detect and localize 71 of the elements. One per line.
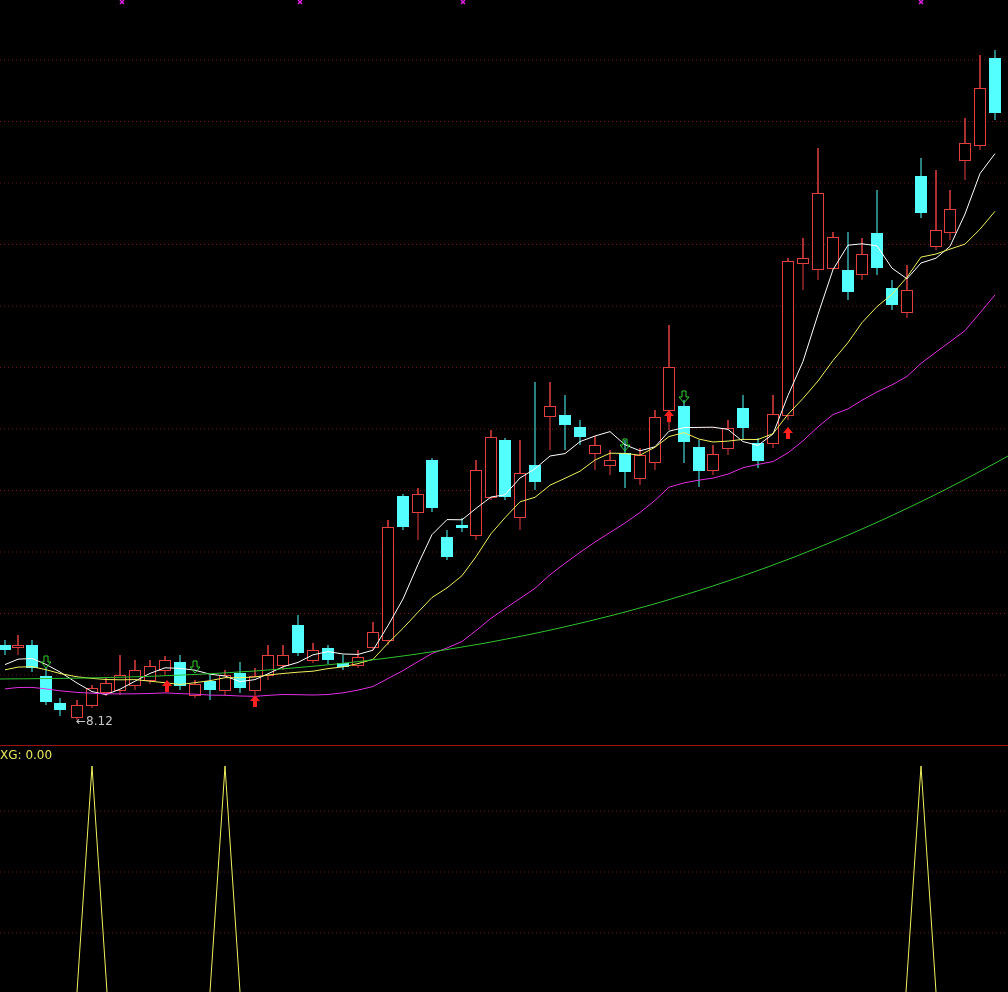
candlestick — [915, 157, 927, 219]
candlestick — [856, 237, 868, 281]
candlestick — [189, 679, 201, 699]
candlestick — [54, 697, 66, 717]
low-price-label: ←8.12 — [76, 714, 113, 728]
up-arrow-icon — [162, 680, 172, 692]
cross-mark-icon — [918, 0, 924, 5]
candlestick — [100, 677, 112, 697]
candlestick — [485, 429, 497, 501]
candlestick — [219, 669, 231, 696]
candlestick — [707, 444, 719, 476]
candlestick — [767, 394, 779, 449]
candlestick — [397, 493, 409, 531]
candlestick — [574, 419, 586, 446]
candlestick — [959, 117, 971, 181]
candlestick — [722, 419, 734, 456]
candlestick — [129, 659, 141, 691]
candlestick — [0, 639, 11, 656]
candlestick — [842, 231, 854, 301]
candlestick — [456, 517, 468, 533]
candlestick — [204, 674, 216, 701]
candlestick — [40, 667, 52, 706]
candlestick — [86, 684, 98, 709]
candlestick — [367, 621, 379, 651]
candlestick — [989, 49, 1001, 121]
candlestick — [752, 437, 764, 469]
candlestick — [499, 437, 511, 501]
candlestick — [901, 264, 913, 319]
up-arrow-icon — [783, 427, 793, 439]
candlestick — [589, 435, 601, 471]
down-arrow-icon — [619, 438, 631, 452]
candlestick — [292, 614, 304, 657]
candlestick — [678, 399, 690, 464]
indicator-label: XG: 0.00 — [0, 748, 53, 762]
candlestick — [114, 654, 126, 696]
candlestick — [159, 655, 171, 676]
candlestick — [337, 654, 349, 671]
candlestick — [619, 439, 631, 489]
candlestick — [886, 279, 898, 311]
candlestick — [322, 644, 334, 665]
cross-mark-icon — [297, 0, 303, 5]
candlestick — [693, 439, 705, 488]
candlestick — [352, 649, 364, 669]
candlestick — [426, 457, 438, 513]
up-arrow-icon — [664, 410, 674, 422]
candlestick — [12, 634, 24, 656]
cross-mark-icon — [460, 0, 466, 5]
down-arrow-icon — [678, 390, 690, 404]
candlestick — [277, 644, 289, 671]
candlestick — [634, 447, 646, 486]
candlestick — [174, 654, 186, 691]
cross-mark-icon — [119, 0, 125, 5]
candlestick — [559, 394, 571, 451]
candlestick — [412, 487, 424, 541]
candlestick — [234, 661, 246, 694]
candlestick — [441, 529, 453, 561]
candlestick — [544, 381, 556, 451]
candlestick — [944, 189, 956, 241]
up-arrow-icon — [250, 695, 260, 707]
candlestick — [797, 237, 809, 291]
candlestick — [649, 409, 661, 471]
candlestick — [144, 659, 156, 685]
candlestick — [307, 642, 319, 664]
down-arrow-icon — [40, 655, 52, 669]
candlestick — [604, 449, 616, 476]
candlestick — [26, 639, 38, 673]
candlestick — [737, 394, 749, 441]
candlestick — [262, 644, 274, 681]
candlestick — [827, 231, 839, 271]
down-arrow-icon — [189, 660, 201, 674]
candlestick — [249, 667, 261, 696]
